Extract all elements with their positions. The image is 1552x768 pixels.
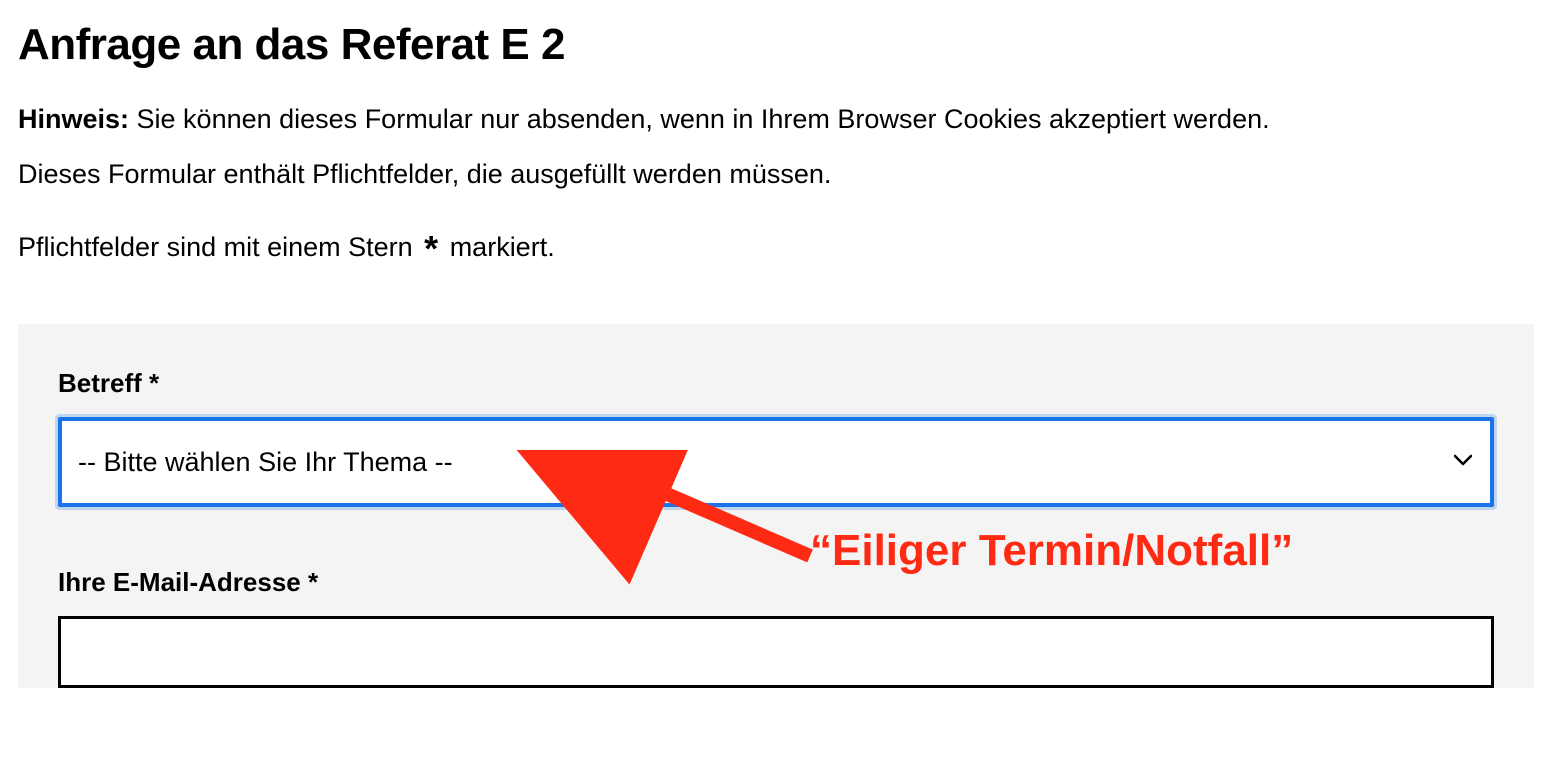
notice-label: Hinweis: [18,104,129,134]
field-betreff: Betreff * -- Bitte wählen Sie Ihr Thema … [58,368,1494,507]
betreff-select[interactable]: -- Bitte wählen Sie Ihr Thema -- [58,417,1494,507]
page-title: Anfrage an das Referat E 2 [18,20,1534,70]
betreff-select-wrapper: -- Bitte wählen Sie Ihr Thema -- [58,417,1494,507]
notice-paragraph-2: Dieses Formular enthält Pflichtfelder, d… [18,153,1534,196]
form-panel: Betreff * -- Bitte wählen Sie Ihr Thema … [18,324,1534,688]
mandatory-note-prefix: Pflichtfelder sind mit einem Stern [18,232,420,262]
email-label: Ihre E-Mail-Adresse * [58,567,1494,598]
mandatory-note-suffix: markiert. [442,232,555,262]
notice-paragraph-1: Hinweis: Sie können dieses Formular nur … [18,98,1534,141]
email-input[interactable] [58,616,1494,688]
asterisk-symbol: * [420,228,442,269]
notice-text-1: Sie können dieses Formular nur absenden,… [129,104,1270,134]
betreff-label: Betreff * [58,368,1494,399]
mandatory-note: Pflichtfelder sind mit einem Stern * mar… [18,226,1534,284]
field-email: Ihre E-Mail-Adresse * [58,567,1494,688]
